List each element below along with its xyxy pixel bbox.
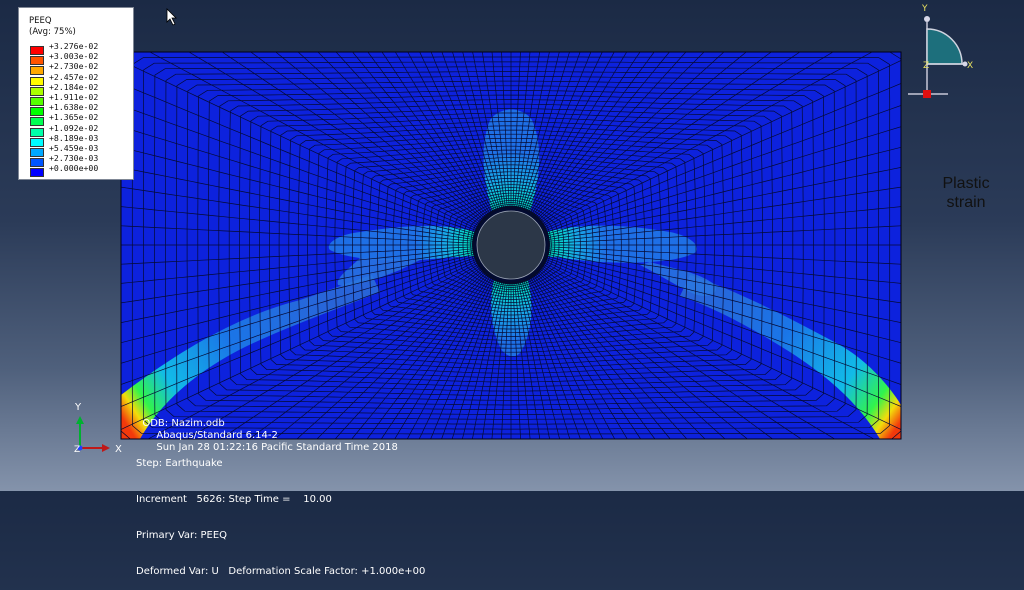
axis-triad-x-label: X — [115, 444, 122, 455]
cursor-icon — [166, 8, 177, 26]
legend-swatch — [30, 46, 44, 55]
legend-value: +2.730e-03 — [49, 153, 99, 164]
legend-value: +1.365e-02 — [49, 112, 99, 123]
axis-triad-y-label: Y — [74, 402, 82, 413]
legend-swatch — [30, 137, 44, 147]
annotation-line-1: Plastic — [942, 175, 990, 192]
plastic-strain-annotation: Plastic strain — [928, 174, 1004, 212]
legend-value: +2.730e-02 — [49, 61, 99, 72]
legend-swatch — [30, 76, 44, 86]
legend-swatch — [30, 86, 44, 96]
legend-subtitle: (Avg: 75%) — [29, 27, 76, 37]
legend-title: PEEQ — [29, 16, 52, 26]
legend-swatch — [30, 127, 44, 137]
legend-swatch — [30, 168, 44, 178]
legend-swatch — [30, 66, 44, 76]
view-triad[interactable] — [908, 16, 968, 98]
view-triad-z-label: Z — [923, 61, 929, 71]
peeq-legend[interactable]: PEEQ (Avg: 75%) +3.276e-02 +3.003e-02 +2.7… — [18, 7, 134, 180]
legend-value: +3.003e-02 — [49, 51, 99, 62]
axis-triad — [76, 416, 110, 452]
legend-value: +1.638e-02 — [49, 102, 99, 113]
legend-value: +0.000e+00 — [49, 163, 99, 174]
legend-value: +2.457e-02 — [49, 71, 99, 82]
step-name: Step: Earthquake — [136, 458, 223, 469]
legend-swatch — [30, 107, 44, 117]
axis-triad-z-label: Z — [74, 445, 80, 455]
legend-swatch — [30, 97, 44, 106]
view-triad-x-label: X — [967, 61, 973, 71]
primary-variable: Primary Var: PEEQ — [136, 530, 228, 541]
annotation-line-2: strain — [946, 194, 986, 211]
legend-swatch — [30, 148, 44, 157]
legend-swatch — [30, 117, 44, 127]
legend-value: +5.459e-03 — [49, 143, 99, 153]
legend-value: +2.184e-02 — [49, 81, 99, 92]
step-info: Step: Earthquake Increment 5626: Step Ti… — [136, 434, 425, 590]
odb-name: ODB: Nazim.odb — [142, 418, 225, 429]
view-triad-y-label: Y — [921, 4, 928, 14]
view-triad-quarter-disk — [926, 28, 963, 65]
legend-value: +1.911e-02 — [49, 92, 99, 102]
legend-value: +1.092e-02 — [49, 122, 99, 133]
legend-swatch — [30, 158, 44, 168]
tunnel-void — [476, 210, 546, 280]
deformed-variable: Deformed Var: U Deformation Scale Factor… — [136, 566, 426, 577]
legend-value: +3.276e-02 — [49, 41, 99, 51]
legend-swatch — [30, 56, 44, 66]
view-triad-origin — [923, 90, 931, 98]
increment-info: Increment 5626: Step Time = 10.00 — [136, 494, 332, 505]
legend-value: +8.189e-03 — [49, 132, 99, 143]
